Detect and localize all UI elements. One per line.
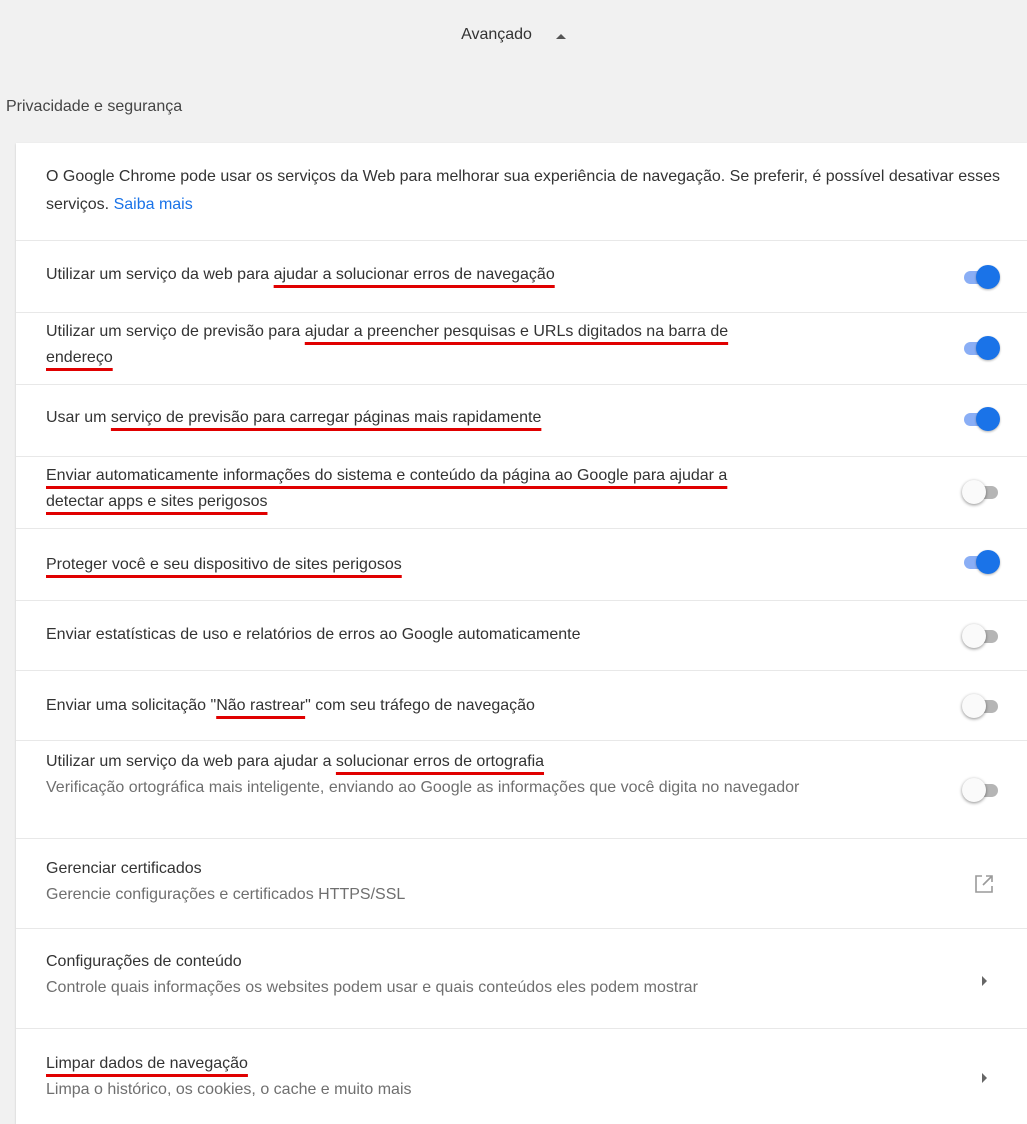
setting-label: Proteger você e seu dispositivo de sites… bbox=[46, 552, 946, 578]
setting-label: Usar um serviço de previsão para carrega… bbox=[46, 405, 946, 431]
toggle-knob bbox=[962, 694, 986, 718]
toggle-knob bbox=[962, 778, 986, 802]
setting-label-highlight: Proteger você e seu dispositivo de sites… bbox=[46, 556, 402, 573]
certificates-secondary: Gerencie configurações e certificados HT… bbox=[46, 886, 406, 903]
setting-row-send-system-info[interactable]: Enviar automaticamente informações do si… bbox=[16, 457, 1027, 529]
setting-label-highlight: serviço de previsão para carregar página… bbox=[110, 409, 542, 426]
advanced-label: Avançado bbox=[461, 26, 532, 43]
setting-label-text: Enviar uma solicitação " bbox=[46, 697, 217, 714]
clear-data-title: Limpar dados de navegação bbox=[46, 1055, 248, 1072]
content-settings-title: Configurações de conteúdo bbox=[46, 953, 242, 970]
certificates-title: Gerenciar certificados bbox=[46, 860, 202, 877]
setting-label: Utilizar um serviço da web para ajudar a… bbox=[46, 262, 946, 288]
setting-row-safe-browsing[interactable]: Proteger você e seu dispositivo de sites… bbox=[16, 529, 1027, 601]
toggle-switch[interactable] bbox=[962, 406, 1000, 432]
setting-label-highlight: ajudar a solucionar erros de navegação bbox=[273, 266, 555, 283]
open-in-new-icon[interactable] bbox=[974, 874, 994, 894]
toggle-knob bbox=[976, 550, 1000, 574]
manage-certificates-row[interactable]: Gerenciar certificados Gerencie configura… bbox=[16, 839, 1027, 929]
arrow-right-icon[interactable] bbox=[982, 1073, 987, 1083]
setting-label-text: Utilizar um serviço de previsão para bbox=[46, 323, 305, 340]
setting-label: Limpar dados de navegação Limpa o históri… bbox=[46, 1051, 946, 1103]
toggle-knob bbox=[976, 407, 1000, 431]
intro-row: O Google Chrome pode usar os serviços da… bbox=[16, 143, 1027, 241]
setting-label-text: Utilizar um serviço da web para ajudar a bbox=[46, 753, 336, 770]
setting-label-highlight: solucionar erros de ortografia bbox=[335, 753, 545, 770]
setting-label-highlight: endereço bbox=[46, 349, 113, 366]
setting-label: Configurações de conteúdo Controle quais … bbox=[46, 949, 946, 1001]
section-title: Privacidade e segurança bbox=[6, 98, 183, 115]
setting-label-highlight: ajudar a preencher pesquisas e URLs digi… bbox=[304, 323, 729, 340]
setting-label: Gerenciar certificados Gerencie configura… bbox=[46, 856, 946, 908]
setting-label-text: Utilizar um serviço da web para bbox=[46, 266, 274, 283]
intro-text: O Google Chrome pode usar os serviços da… bbox=[46, 163, 1006, 219]
arrow-right-icon[interactable] bbox=[982, 976, 987, 986]
setting-label: Utilizar um serviço de previsão para aju… bbox=[46, 319, 946, 371]
learn-more-link[interactable]: Saiba mais bbox=[114, 196, 193, 213]
setting-row-navigation-errors[interactable]: Utilizar um serviço da web para ajudar a… bbox=[16, 241, 1027, 313]
setting-label-text: Usar um bbox=[46, 409, 111, 426]
toggle-knob bbox=[976, 336, 1000, 360]
toggle-switch[interactable] bbox=[962, 777, 1000, 803]
setting-label-highlight: Não rastrear bbox=[216, 697, 306, 714]
setting-row-prediction-pages[interactable]: Usar um serviço de previsão para carrega… bbox=[16, 385, 1027, 457]
setting-label: Enviar uma solicitação "Não rastrear" co… bbox=[46, 693, 946, 719]
toggle-knob bbox=[962, 480, 986, 504]
advanced-toggle[interactable]: Avançado bbox=[0, 0, 1027, 72]
toggle-knob bbox=[962, 624, 986, 648]
setting-row-usage-stats[interactable]: Enviar estatísticas de uso e relatórios … bbox=[16, 601, 1027, 671]
setting-label: Enviar estatísticas de uso e relatórios … bbox=[46, 622, 946, 648]
toggle-switch[interactable] bbox=[962, 693, 1000, 719]
content-settings-row[interactable]: Configurações de conteúdo Controle quais … bbox=[16, 929, 1027, 1029]
clear-data-secondary: Limpa o histórico, os cookies, o cache e… bbox=[46, 1081, 412, 1098]
setting-label: Utilizar um serviço da web para ajudar a… bbox=[46, 749, 876, 801]
setting-label-text: " com seu tráfego de navegação bbox=[305, 697, 535, 714]
toggle-switch[interactable] bbox=[962, 549, 1000, 575]
toggle-switch[interactable] bbox=[962, 264, 1000, 290]
clear-browsing-data-row[interactable]: Limpar dados de navegação Limpa o históri… bbox=[16, 1029, 1027, 1124]
settings-page: Avançado Privacidade e segurança O Googl… bbox=[0, 0, 1027, 1124]
toggle-switch[interactable] bbox=[962, 623, 1000, 649]
setting-row-spelling[interactable]: Utilizar um serviço da web para ajudar a… bbox=[16, 741, 1027, 839]
setting-row-prediction-search[interactable]: Utilizar um serviço de previsão para aju… bbox=[16, 313, 1027, 385]
setting-secondary: Verificação ortográfica mais inteligente… bbox=[46, 779, 800, 796]
toggle-switch[interactable] bbox=[962, 479, 1000, 505]
setting-row-do-not-track[interactable]: Enviar uma solicitação "Não rastrear" co… bbox=[16, 671, 1027, 741]
setting-label-text: Enviar estatísticas de uso e relatórios … bbox=[46, 626, 581, 643]
privacy-card: O Google Chrome pode usar os serviços da… bbox=[16, 143, 1027, 1124]
caret-up-icon bbox=[555, 34, 566, 39]
setting-label-highlight: detectar apps e sites perigosos bbox=[46, 493, 268, 510]
toggle-knob bbox=[976, 265, 1000, 289]
content-settings-secondary: Controle quais informações os websites p… bbox=[46, 979, 698, 996]
toggle-switch[interactable] bbox=[962, 335, 1000, 361]
setting-label: Enviar automaticamente informações do si… bbox=[46, 463, 946, 515]
setting-label-highlight: Enviar automaticamente informações do si… bbox=[46, 467, 728, 484]
